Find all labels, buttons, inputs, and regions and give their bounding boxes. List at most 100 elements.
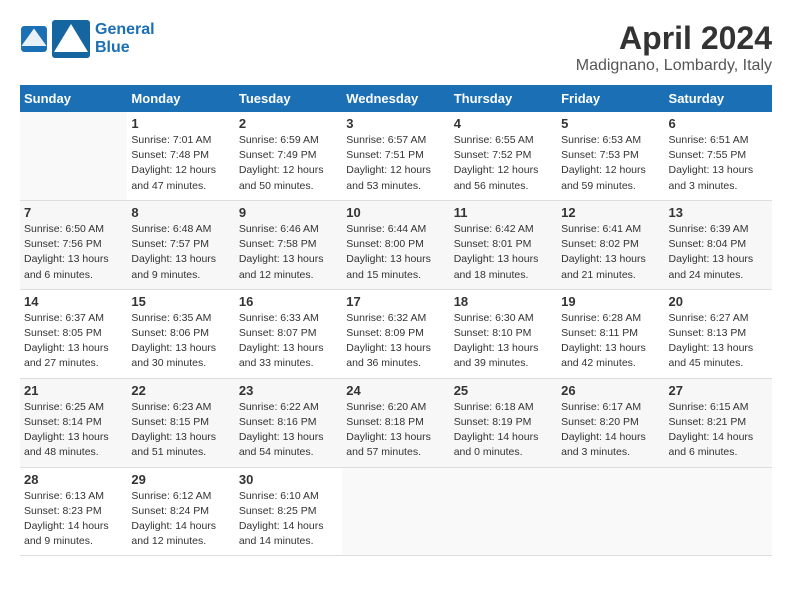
calendar-cell: 22 Sunrise: 6:23 AM Sunset: 8:15 PM Dayli… — [127, 378, 234, 467]
day-info: Sunrise: 6:15 AM Sunset: 8:21 PM Dayligh… — [669, 400, 768, 461]
day-info: Sunrise: 6:57 AM Sunset: 7:51 PM Dayligh… — [346, 133, 445, 194]
day-number: 21 — [24, 383, 123, 398]
weekday-header-monday: Monday — [127, 85, 234, 112]
week-row-4: 21 Sunrise: 6:25 AM Sunset: 8:14 PM Dayli… — [20, 378, 772, 467]
calendar-cell: 4 Sunrise: 6:55 AM Sunset: 7:52 PM Daylig… — [450, 112, 557, 200]
day-info: Sunrise: 6:39 AM Sunset: 8:04 PM Dayligh… — [669, 222, 768, 283]
day-number: 30 — [239, 472, 338, 487]
day-number: 12 — [561, 205, 660, 220]
day-number: 27 — [669, 383, 768, 398]
day-info: Sunrise: 6:55 AM Sunset: 7:52 PM Dayligh… — [454, 133, 553, 194]
weekday-header-tuesday: Tuesday — [235, 85, 342, 112]
day-info: Sunrise: 6:27 AM Sunset: 8:13 PM Dayligh… — [669, 311, 768, 372]
calendar-table: SundayMondayTuesdayWednesdayThursdayFrid… — [20, 85, 772, 556]
day-number: 9 — [239, 205, 338, 220]
day-number: 10 — [346, 205, 445, 220]
day-info: Sunrise: 6:59 AM Sunset: 7:49 PM Dayligh… — [239, 133, 338, 194]
week-row-3: 14 Sunrise: 6:37 AM Sunset: 8:05 PM Dayli… — [20, 289, 772, 378]
day-info: Sunrise: 6:37 AM Sunset: 8:05 PM Dayligh… — [24, 311, 123, 372]
logo-text-general: General — [95, 21, 155, 39]
day-number: 25 — [454, 383, 553, 398]
day-info: Sunrise: 6:13 AM Sunset: 8:23 PM Dayligh… — [24, 489, 123, 550]
day-info: Sunrise: 6:33 AM Sunset: 8:07 PM Dayligh… — [239, 311, 338, 372]
day-number: 26 — [561, 383, 660, 398]
day-number: 24 — [346, 383, 445, 398]
day-info: Sunrise: 6:53 AM Sunset: 7:53 PM Dayligh… — [561, 133, 660, 194]
calendar-cell: 16Sunrise: 6:33 AM Sunset: 8:07 PM Dayli… — [235, 289, 342, 378]
calendar-cell: 28 Sunrise: 6:13 AM Sunset: 8:23 PM Dayli… — [20, 467, 127, 556]
calendar-cell: 30 Sunrise: 6:10 AM Sunset: 8:25 PM Dayli… — [235, 467, 342, 556]
day-number: 2 — [239, 116, 338, 131]
day-info: Sunrise: 6:51 AM Sunset: 7:55 PM Dayligh… — [669, 133, 768, 194]
day-info: Sunrise: 6:25 AM Sunset: 8:14 PM Dayligh… — [24, 400, 123, 461]
day-number: 29 — [131, 472, 230, 487]
calendar-cell: 3 Sunrise: 6:57 AM Sunset: 7:51 PM Daylig… — [342, 112, 449, 200]
calendar-cell: 2 Sunrise: 6:59 AM Sunset: 7:49 PM Daylig… — [235, 112, 342, 200]
weekday-header-thursday: Thursday — [450, 85, 557, 112]
day-number: 23 — [239, 383, 338, 398]
day-number: 13 — [669, 205, 768, 220]
day-info: Sunrise: 6:32 AM Sunset: 8:09 PM Dayligh… — [346, 311, 445, 372]
day-info: Sunrise: 6:10 AM Sunset: 8:25 PM Dayligh… — [239, 489, 338, 550]
day-number: 3 — [346, 116, 445, 131]
logo-text-blue: Blue — [95, 39, 155, 57]
day-info: Sunrise: 6:22 AM Sunset: 8:16 PM Dayligh… — [239, 400, 338, 461]
calendar-cell: 14 Sunrise: 6:37 AM Sunset: 8:05 PM Dayli… — [20, 289, 127, 378]
calendar-cell: 25Sunrise: 6:18 AM Sunset: 8:19 PM Dayli… — [450, 378, 557, 467]
logo-icon — [20, 25, 48, 53]
calendar-cell: 11Sunrise: 6:42 AM Sunset: 8:01 PM Dayli… — [450, 200, 557, 289]
day-number: 19 — [561, 294, 660, 309]
weekday-header-sunday: Sunday — [20, 85, 127, 112]
calendar-cell: 5Sunrise: 6:53 AM Sunset: 7:53 PM Daylig… — [557, 112, 664, 200]
month-title: April 2024 — [576, 20, 772, 57]
day-info: Sunrise: 6:48 AM Sunset: 7:57 PM Dayligh… — [131, 222, 230, 283]
title-block: April 2024 Madignano, Lombardy, Italy — [576, 20, 772, 75]
day-number: 28 — [24, 472, 123, 487]
calendar-header: SundayMondayTuesdayWednesdayThursdayFrid… — [20, 85, 772, 112]
calendar-cell: 21 Sunrise: 6:25 AM Sunset: 8:14 PM Dayli… — [20, 378, 127, 467]
logo: General Blue — [20, 20, 155, 58]
weekday-header-wednesday: Wednesday — [342, 85, 449, 112]
day-number: 22 — [131, 383, 230, 398]
day-info: Sunrise: 6:44 AM Sunset: 8:00 PM Dayligh… — [346, 222, 445, 283]
day-info: Sunrise: 6:30 AM Sunset: 8:10 PM Dayligh… — [454, 311, 553, 372]
day-number: 17 — [346, 294, 445, 309]
day-info: Sunrise: 6:23 AM Sunset: 8:15 PM Dayligh… — [131, 400, 230, 461]
calendar-cell: 13 Sunrise: 6:39 AM Sunset: 8:04 PM Dayli… — [665, 200, 772, 289]
day-info: Sunrise: 6:35 AM Sunset: 8:06 PM Dayligh… — [131, 311, 230, 372]
calendar-cell — [342, 467, 449, 556]
day-number: 1 — [131, 116, 230, 131]
day-number: 6 — [669, 116, 768, 131]
weekday-header-row: SundayMondayTuesdayWednesdayThursdayFrid… — [20, 85, 772, 112]
calendar-cell: 18 Sunrise: 6:30 AM Sunset: 8:10 PM Dayli… — [450, 289, 557, 378]
calendar-cell: 7Sunrise: 6:50 AM Sunset: 7:56 PM Daylig… — [20, 200, 127, 289]
day-info: Sunrise: 6:17 AM Sunset: 8:20 PM Dayligh… — [561, 400, 660, 461]
location-title: Madignano, Lombardy, Italy — [576, 57, 772, 75]
calendar-cell: 20 Sunrise: 6:27 AM Sunset: 8:13 PM Dayli… — [665, 289, 772, 378]
day-info: Sunrise: 6:28 AM Sunset: 8:11 PM Dayligh… — [561, 311, 660, 372]
calendar-cell: 27 Sunrise: 6:15 AM Sunset: 8:21 PM Dayli… — [665, 378, 772, 467]
day-info: Sunrise: 6:20 AM Sunset: 8:18 PM Dayligh… — [346, 400, 445, 461]
calendar-cell: 10 Sunrise: 6:44 AM Sunset: 8:00 PM Dayli… — [342, 200, 449, 289]
calendar-cell — [557, 467, 664, 556]
week-row-1: 1 Sunrise: 7:01 AM Sunset: 7:48 PM Daylig… — [20, 112, 772, 200]
calendar-cell — [450, 467, 557, 556]
day-info: Sunrise: 7:01 AM Sunset: 7:48 PM Dayligh… — [131, 133, 230, 194]
day-info: Sunrise: 6:42 AM Sunset: 8:01 PM Dayligh… — [454, 222, 553, 283]
day-number: 7 — [24, 205, 123, 220]
day-number: 8 — [131, 205, 230, 220]
day-number: 20 — [669, 294, 768, 309]
calendar-cell: 8 Sunrise: 6:48 AM Sunset: 7:57 PM Daylig… — [127, 200, 234, 289]
calendar-cell: 29Sunrise: 6:12 AM Sunset: 8:24 PM Dayli… — [127, 467, 234, 556]
calendar-cell: 24 Sunrise: 6:20 AM Sunset: 8:18 PM Dayli… — [342, 378, 449, 467]
logo-graphic — [52, 20, 90, 58]
day-number: 4 — [454, 116, 553, 131]
calendar-cell: 26 Sunrise: 6:17 AM Sunset: 8:20 PM Dayli… — [557, 378, 664, 467]
day-info: Sunrise: 6:41 AM Sunset: 8:02 PM Dayligh… — [561, 222, 660, 283]
calendar-cell: 6 Sunrise: 6:51 AM Sunset: 7:55 PM Daylig… — [665, 112, 772, 200]
week-row-5: 28 Sunrise: 6:13 AM Sunset: 8:23 PM Dayli… — [20, 467, 772, 556]
day-number: 18 — [454, 294, 553, 309]
calendar-cell: 17 Sunrise: 6:32 AM Sunset: 8:09 PM Dayli… — [342, 289, 449, 378]
day-number: 14 — [24, 294, 123, 309]
calendar-cell: 19 Sunrise: 6:28 AM Sunset: 8:11 PM Dayli… — [557, 289, 664, 378]
